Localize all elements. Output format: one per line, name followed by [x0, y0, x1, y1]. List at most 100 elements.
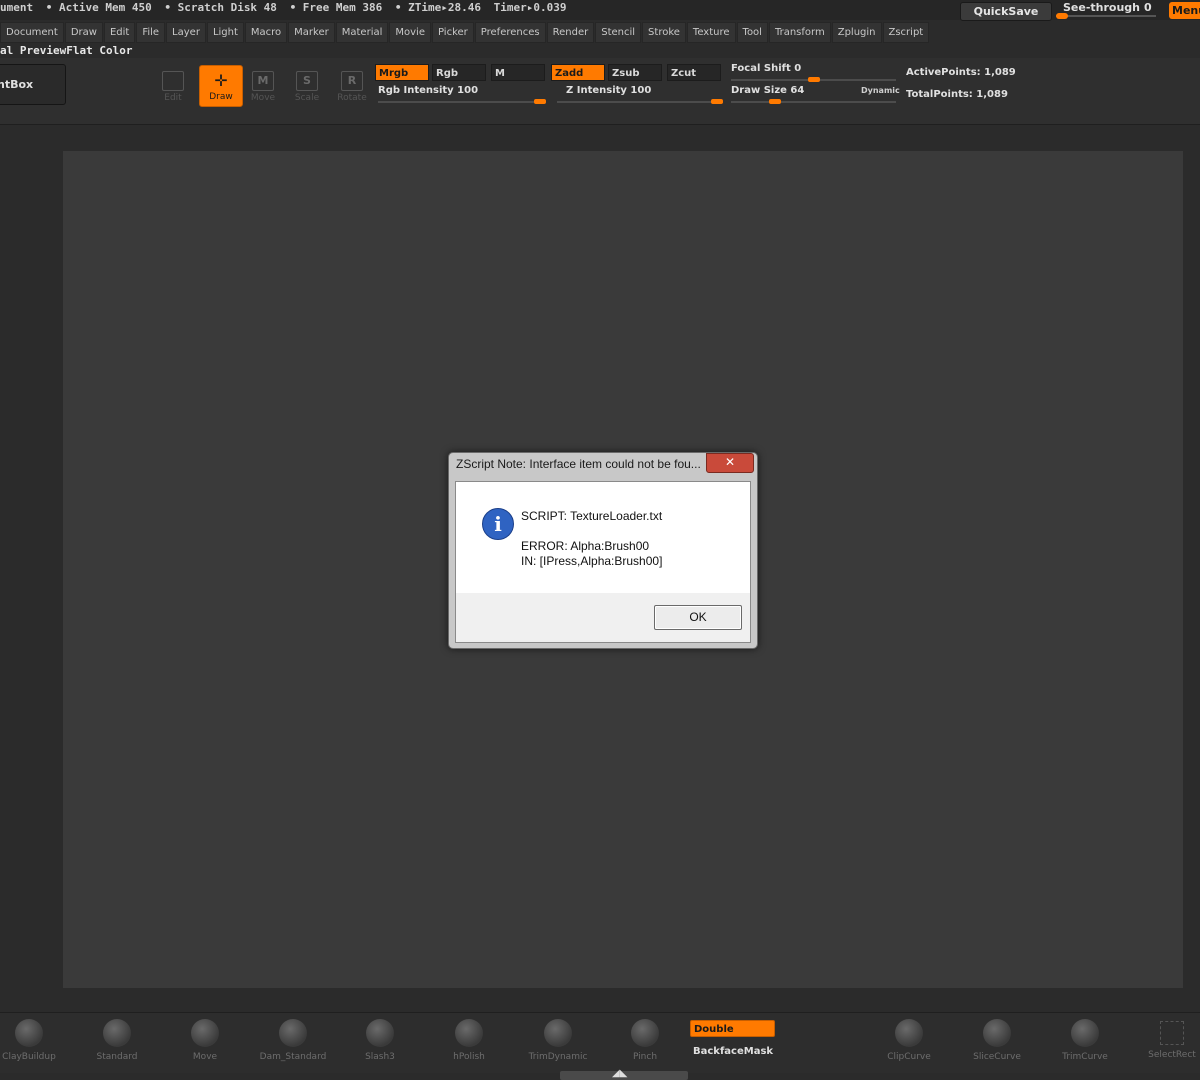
draw-size-label: Draw Size 64 — [731, 85, 805, 96]
brush-pinch[interactable]: Pinch — [616, 1019, 674, 1069]
status-bar: ument • Active Mem 450 • Scratch Disk 48… — [0, 0, 1200, 21]
menu-movie[interactable]: Movie — [389, 22, 431, 43]
brush-label: TrimDynamic — [528, 1052, 588, 1062]
mrgb-button[interactable]: Mrgb — [375, 64, 429, 81]
status-active-mem: • Active Mem 450 — [45, 1, 152, 14]
brush-trimcurve[interactable]: TrimCurve — [1056, 1019, 1114, 1069]
rotate-label: Rotate — [337, 93, 367, 103]
menu-light[interactable]: Light — [206, 22, 244, 43]
brush-label: ClayBuildup — [2, 1052, 56, 1062]
brush-dam-standard[interactable]: Dam_Standard — [254, 1019, 332, 1069]
rgb-intensity-label: Rgb Intensity 100 — [378, 85, 479, 96]
rgb-intensity-track[interactable] — [378, 101, 546, 103]
dynamic-button[interactable]: Dynamic — [861, 86, 900, 95]
draw-size-track[interactable] — [731, 101, 896, 103]
brush-label: TrimCurve — [1062, 1052, 1108, 1062]
menu-document[interactable]: Document — [0, 22, 64, 43]
draw-size-knob[interactable] — [769, 99, 782, 104]
menu-layer[interactable]: Layer — [166, 22, 206, 43]
move-tool-button[interactable]: M Move — [242, 65, 284, 105]
error-line: ERROR: Alpha:Brush00 — [521, 539, 650, 553]
trimcurve-brush-icon — [1071, 1019, 1099, 1047]
brush-selectrect[interactable]: SelectRect — [1144, 1019, 1200, 1069]
rgb-button[interactable]: Rgb — [432, 64, 486, 81]
menu-file[interactable]: File — [136, 22, 166, 43]
selectrect-icon — [1160, 1021, 1184, 1045]
dialog-footer: OK — [455, 593, 751, 643]
focal-shift-knob[interactable] — [807, 77, 820, 82]
menu-transform[interactable]: Transform — [768, 22, 831, 43]
move-label: Move — [250, 93, 276, 103]
clipcurve-brush-icon — [895, 1019, 923, 1047]
dam-standard-brush-icon — [279, 1019, 307, 1047]
brush-label: SliceCurve — [973, 1052, 1021, 1062]
script-line: SCRIPT: TextureLoader.txt — [521, 509, 663, 523]
edit-tool-button[interactable]: Edit — [152, 65, 194, 105]
rgb-intensity-knob[interactable] — [534, 99, 546, 104]
active-points-readout: ActivePoints: 1,089 — [906, 67, 1016, 78]
close-button[interactable]: ✕ — [706, 453, 754, 473]
total-points-readout: TotalPoints: 1,089 — [906, 89, 1008, 100]
hpolish-brush-icon — [455, 1019, 483, 1047]
zsub-button[interactable]: Zsub — [608, 64, 662, 81]
menu-stencil[interactable]: Stencil — [595, 22, 642, 43]
menu-zplugin[interactable]: Zplugin — [831, 22, 882, 43]
menu-edit[interactable]: Edit — [103, 22, 136, 43]
z-intensity-knob[interactable] — [711, 99, 723, 104]
zcut-button[interactable]: Zcut — [667, 64, 721, 81]
dialog-title: ZScript Note: Interface item could not b… — [456, 457, 701, 471]
close-icon: ✕ — [724, 455, 736, 469]
brush-slash3[interactable]: Slash3 — [351, 1019, 409, 1069]
draw-tool-button[interactable]: ✛ Draw — [199, 65, 243, 107]
menu-draw[interactable]: Draw — [64, 22, 103, 43]
brush-label: Pinch — [632, 1052, 658, 1062]
menu-texture[interactable]: Texture — [686, 22, 736, 43]
brush-claybuildup[interactable]: ClayBuildup — [0, 1019, 58, 1069]
brush-slicecurve[interactable]: SliceCurve — [968, 1019, 1026, 1069]
brush-clipcurve[interactable]: ClipCurve — [880, 1019, 938, 1069]
ok-button[interactable]: OK — [654, 605, 742, 630]
menu-stroke[interactable]: Stroke — [642, 22, 686, 43]
brush-trimdynamic[interactable]: TrimDynamic — [524, 1019, 592, 1069]
tray-collapse-handle[interactable]: ◢◣ — [560, 1068, 688, 1080]
menu-marker[interactable]: Marker — [288, 22, 335, 43]
z-intensity-track[interactable] — [557, 101, 723, 103]
quicksave-button[interactable]: QuickSave — [960, 2, 1052, 21]
menu-zscript[interactable]: Zscript — [882, 22, 930, 43]
brush-label: SelectRect — [1148, 1050, 1196, 1060]
seethrough-knob[interactable] — [1056, 13, 1068, 19]
slash3-brush-icon — [366, 1019, 394, 1047]
lightbox-button[interactable]: htBox — [0, 64, 66, 105]
status-text: ument • Active Mem 450 • Scratch Disk 48… — [0, 1, 572, 14]
menu-material[interactable]: Material — [335, 22, 389, 43]
status-timer: Timer▸0.039 — [493, 1, 567, 14]
status-item: ument — [0, 1, 34, 14]
scale-tool-button[interactable]: S Scale — [286, 65, 328, 105]
menu-render[interactable]: Render — [546, 22, 595, 43]
brush-label: ClipCurve — [887, 1052, 931, 1062]
edit-label: Edit — [164, 93, 182, 103]
bottom-shelf: ClayBuildup Standard Move Dam_Standard S… — [0, 1012, 1200, 1073]
double-button[interactable]: Double — [690, 1020, 775, 1037]
menus-button[interactable]: Menu — [1169, 2, 1200, 19]
brush-standard[interactable]: Standard — [88, 1019, 146, 1069]
menu-tool[interactable]: Tool — [736, 22, 768, 43]
backfacemask-button[interactable]: BackfaceMask — [693, 1046, 773, 1057]
zadd-button[interactable]: Zadd — [551, 64, 605, 81]
brush-label: Dam_Standard — [259, 1052, 327, 1062]
info-icon: i — [482, 508, 514, 540]
brush-move[interactable]: Move — [176, 1019, 234, 1069]
draw-label: Draw — [209, 92, 233, 102]
claybuildup-brush-icon — [15, 1019, 43, 1047]
menu-macro[interactable]: Macro — [244, 22, 288, 43]
menu-preferences[interactable]: Preferences — [474, 22, 546, 43]
zscript-note-dialog: ZScript Note: Interface item could not b… — [448, 452, 758, 649]
brush-label: Standard — [96, 1052, 138, 1062]
menu-picker[interactable]: Picker — [431, 22, 474, 43]
m-button[interactable]: M — [491, 64, 545, 81]
preview-mode-label: al PreviewFlat Color — [0, 44, 133, 57]
dialog-body: i SCRIPT: TextureLoader.txt ERROR: Alpha… — [455, 481, 751, 595]
seethrough-slider[interactable]: See-through 0 — [1056, 0, 1164, 20]
brush-hpolish[interactable]: hPolish — [440, 1019, 498, 1069]
rotate-tool-button[interactable]: R Rotate — [331, 65, 373, 105]
